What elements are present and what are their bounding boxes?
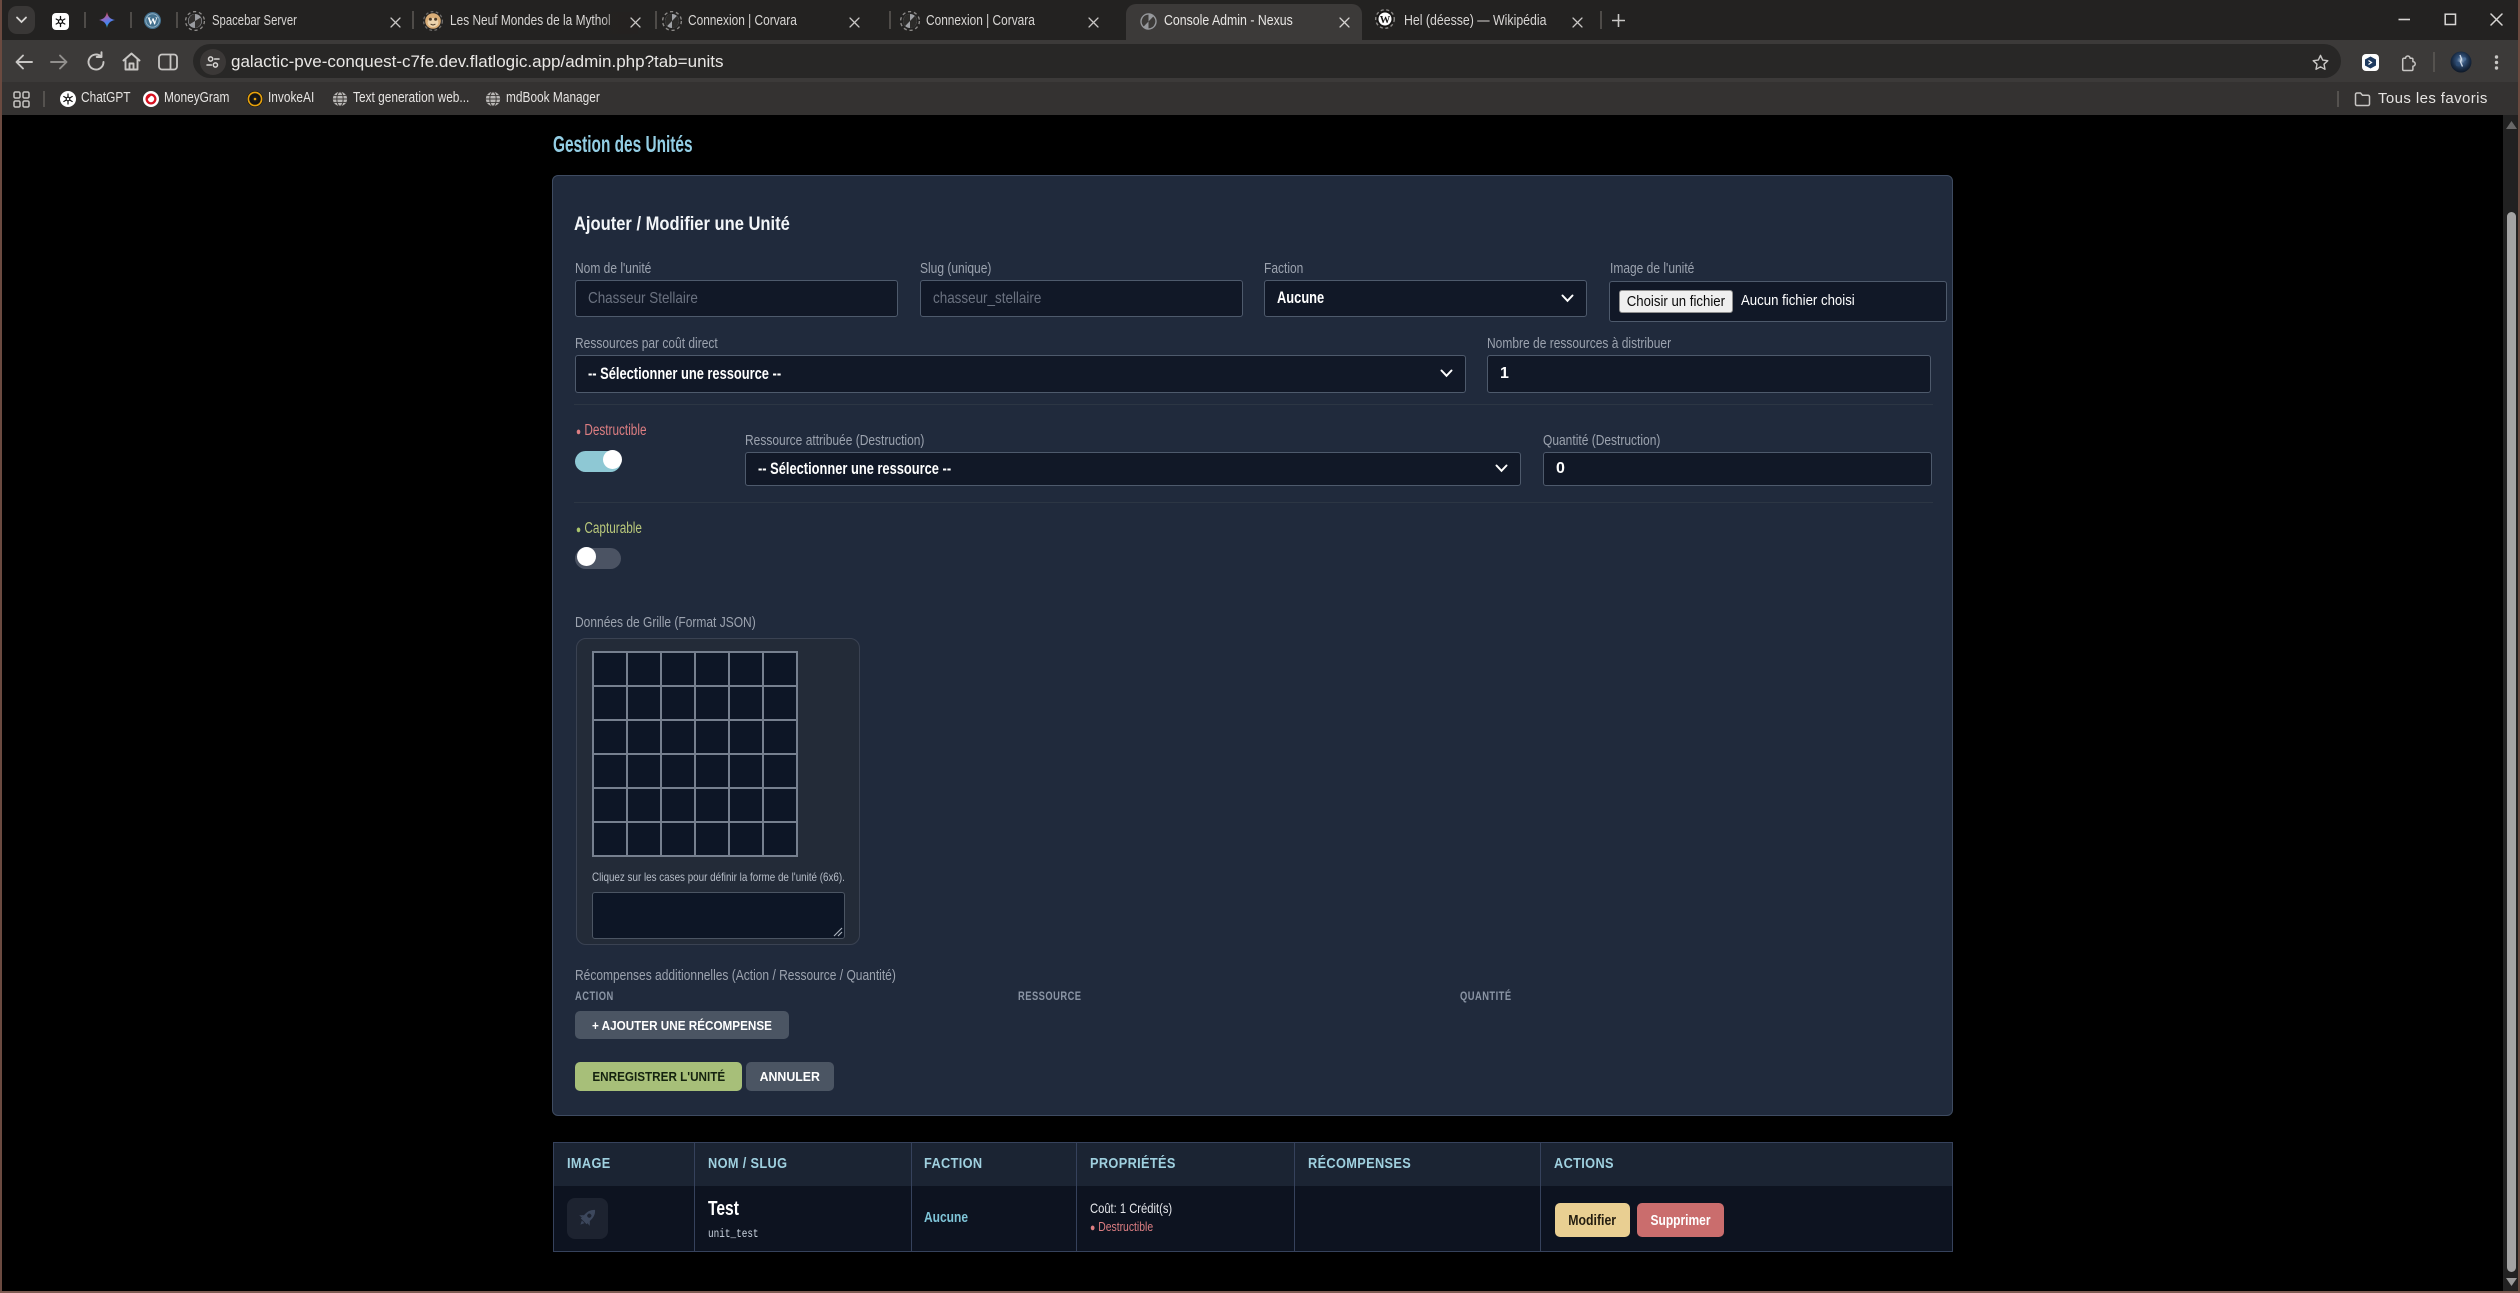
svg-text:W: W: [147, 16, 158, 27]
svg-text:W: W: [1380, 15, 1391, 26]
